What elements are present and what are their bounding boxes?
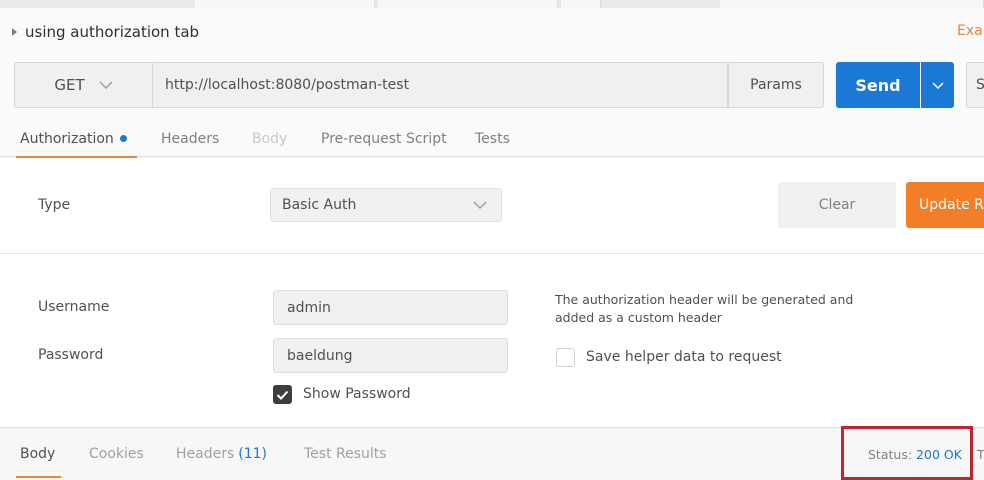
response-tab-cookies[interactable]: Cookies: [89, 428, 144, 480]
username-label: Username: [38, 299, 110, 315]
status-highlight-box: [841, 426, 973, 480]
tab-label: Cookies: [89, 446, 144, 462]
send-dropdown-button[interactable]: [921, 62, 954, 108]
tab-label: Authorization: [20, 130, 114, 147]
show-password-checkbox[interactable]: [273, 385, 292, 404]
type-label: Type: [38, 197, 71, 213]
tab-label: Headers: [161, 130, 220, 147]
tab-label: Headers: [176, 446, 235, 462]
tab-body[interactable]: Body: [252, 120, 287, 157]
chevron-down-icon: [99, 81, 113, 89]
auth-type-value: Basic Auth: [282, 197, 357, 213]
request-tabs: Authorization Headers Body Pre-request S…: [0, 120, 984, 158]
params-button[interactable]: Params: [728, 62, 824, 108]
tab-label: Test Results: [304, 446, 387, 462]
password-label: Password: [38, 347, 104, 363]
clear-button[interactable]: Clear: [778, 182, 896, 228]
tab-strip-segment: [195, 0, 375, 8]
chevron-down-icon: [931, 81, 944, 89]
save-helper-checkbox[interactable]: [556, 348, 575, 367]
save-button[interactable]: S: [966, 62, 984, 108]
tab-strip-segment: [720, 0, 984, 8]
response-tab-headers[interactable]: Headers (11): [176, 428, 267, 480]
url-input[interactable]: http://localhost:8080/postman-test: [152, 62, 728, 108]
active-dot-icon: [119, 135, 127, 142]
tab-strip-segment: [378, 0, 558, 8]
method-select[interactable]: GET: [14, 62, 152, 108]
response-bar: Body Cookies Headers (11) Test Results S…: [0, 428, 984, 480]
tab-headers[interactable]: Headers: [161, 120, 219, 157]
auth-type-select[interactable]: Basic Auth: [270, 188, 502, 222]
response-tab-body[interactable]: Body: [16, 428, 62, 480]
response-tab-test-results[interactable]: Test Results: [304, 428, 387, 480]
username-input[interactable]: admin: [273, 290, 508, 325]
panel-divider: [0, 253, 984, 254]
tab-tests[interactable]: Tests: [475, 120, 510, 157]
time-label: T: [977, 447, 984, 462]
tab-label: Body: [252, 130, 288, 147]
headers-count-badge: (11): [238, 446, 268, 462]
examples-link[interactable]: Exar: [957, 23, 984, 39]
tab-active-underline: [16, 476, 62, 478]
chevron-down-icon: [473, 201, 487, 209]
tab-label: Tests: [475, 130, 510, 147]
caret-right-icon: [12, 28, 17, 36]
tab-pre-request-script[interactable]: Pre-request Script: [321, 120, 447, 157]
save-helper-label: Save helper data to request: [586, 349, 782, 365]
show-password-label: Show Password: [303, 386, 411, 402]
send-button[interactable]: Send: [836, 62, 920, 108]
window-top-strip: [0, 0, 984, 8]
tab-label: Pre-request Script: [321, 130, 447, 147]
request-title-text: using authorization tab: [25, 23, 200, 41]
method-label: GET: [54, 76, 85, 94]
checkmark-icon: [276, 390, 289, 400]
update-request-button[interactable]: Update Re: [906, 182, 984, 228]
tab-authorization[interactable]: Authorization: [16, 120, 137, 158]
tab-label: Body: [20, 446, 56, 462]
helper-text: The authorization header will be generat…: [555, 292, 854, 325]
password-input[interactable]: baeldung: [273, 338, 508, 373]
tab-strip-segment: [561, 0, 601, 8]
authorization-panel: Type Basic Auth Clear Update Re Username…: [0, 158, 984, 428]
request-title[interactable]: using authorization tab: [12, 20, 199, 44]
